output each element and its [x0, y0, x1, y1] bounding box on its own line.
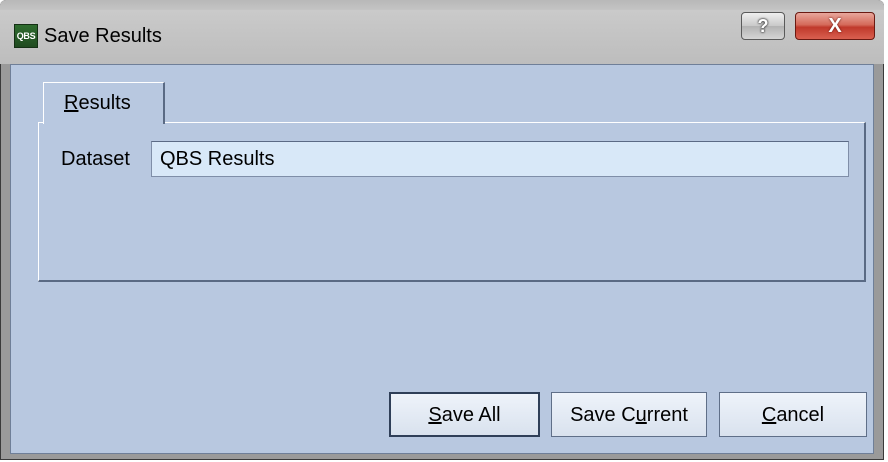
dataset-label: Dataset — [61, 148, 130, 170]
tab-results[interactable]: Results — [43, 82, 165, 124]
cancel-button[interactable]: Cancel — [719, 392, 867, 437]
save-current-button[interactable]: Save Current — [551, 392, 707, 437]
help-button[interactable]: ? — [741, 12, 785, 40]
tab-results-label-rest: esults — [78, 92, 131, 114]
qbs-app-icon: QBS — [14, 24, 38, 48]
dataset-input[interactable] — [151, 141, 849, 177]
tab-results-label: Results — [64, 92, 131, 115]
close-button[interactable]: X — [795, 12, 875, 40]
save-all-label: Save All — [428, 403, 501, 426]
window-title: Save Results — [44, 25, 162, 47]
cancel-label: Cancel — [761, 403, 825, 426]
save-all-button[interactable]: Save All — [389, 392, 540, 437]
title-bar[interactable]: QBS Save Results ? X — [0, 0, 884, 64]
save-current-label: Save Current — [570, 403, 688, 426]
tab-results-accelerator: R — [64, 92, 79, 114]
